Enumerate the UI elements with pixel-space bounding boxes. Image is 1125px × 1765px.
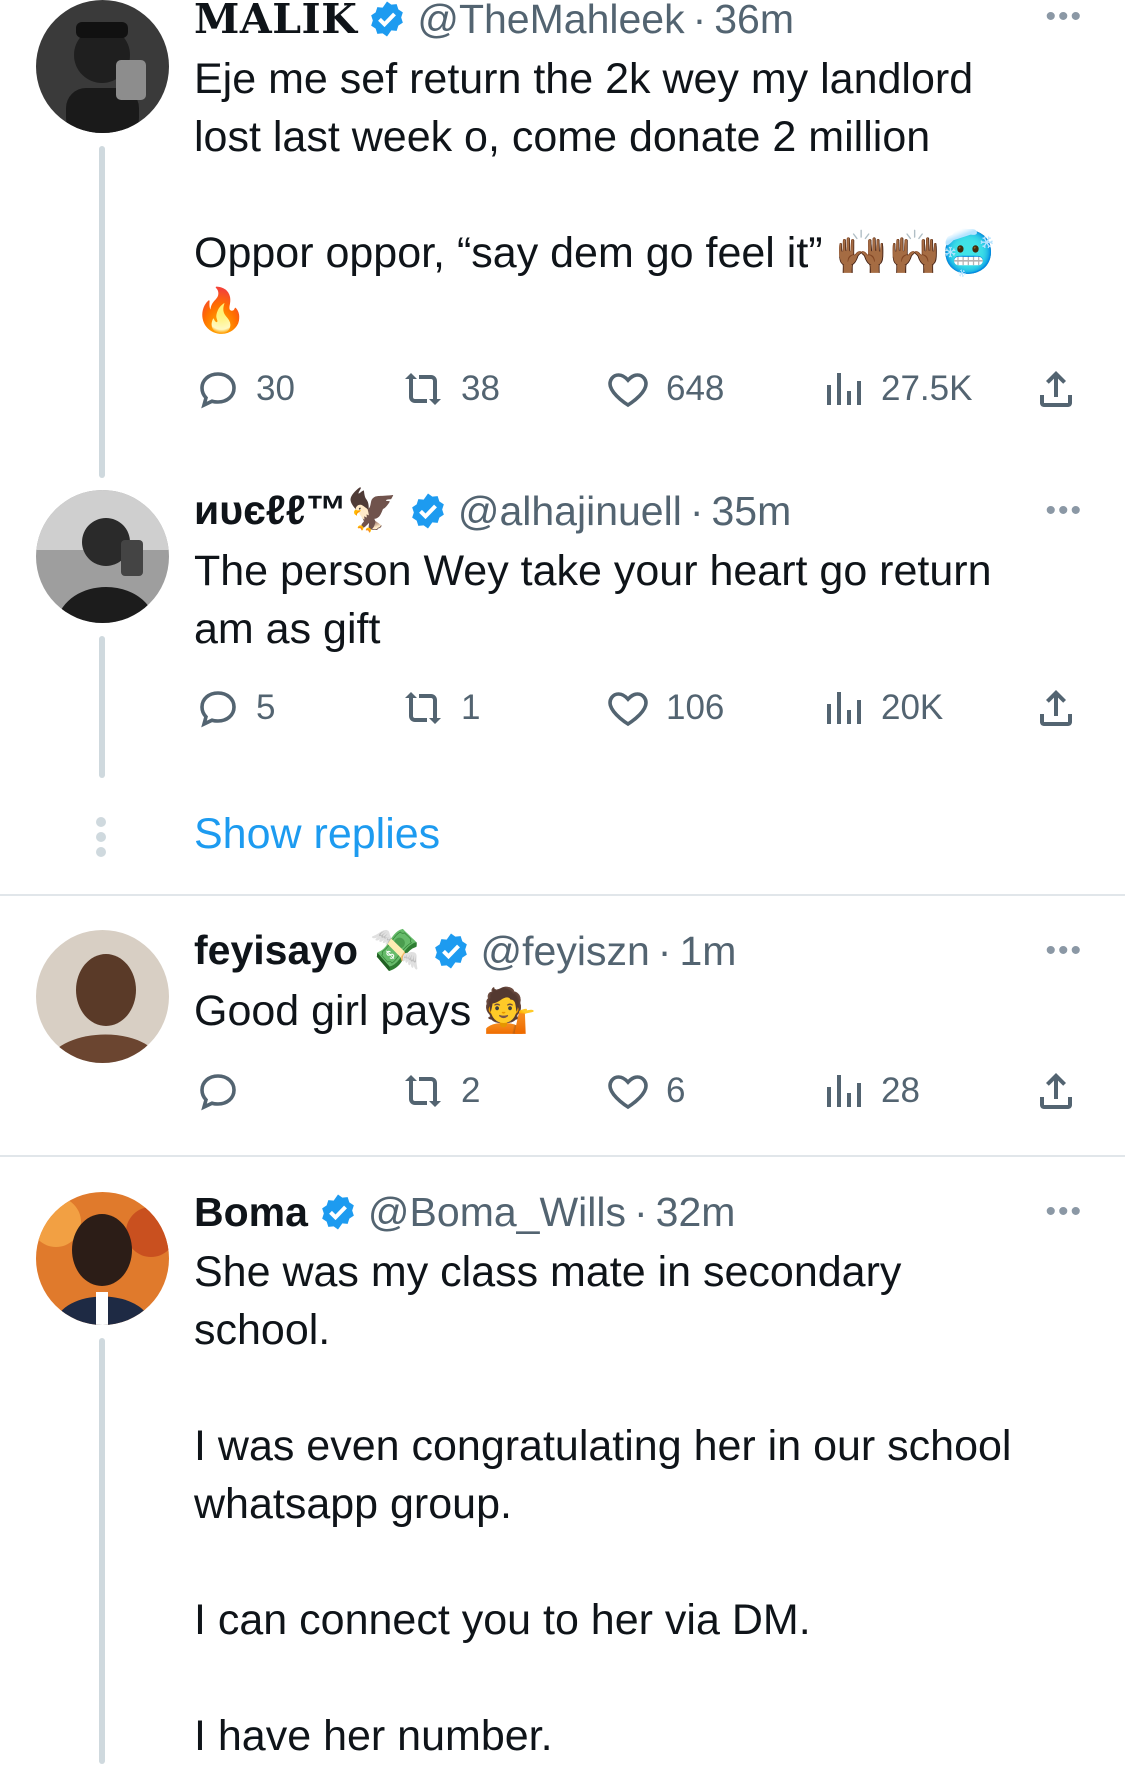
share-icon bbox=[1040, 690, 1072, 726]
reply-icon bbox=[200, 372, 236, 409]
avatar[interactable] bbox=[36, 0, 169, 133]
more-options-icon[interactable]: ••• bbox=[1045, 934, 1083, 968]
timestamp[interactable]: 1m bbox=[679, 928, 736, 975]
reply-icon bbox=[200, 1074, 236, 1111]
handle[interactable]: @alhajinuell bbox=[458, 488, 682, 535]
share-button[interactable] bbox=[1032, 365, 1080, 413]
avatar[interactable] bbox=[36, 490, 169, 623]
action-bar: 2 6 28 bbox=[194, 1066, 1086, 1116]
views-button[interactable]: 27.5K bbox=[819, 365, 972, 413]
tweet-header: MALIK @TheMahleek · 36m bbox=[194, 0, 1085, 44]
reply-button[interactable]: 30 bbox=[194, 365, 295, 413]
reply-count: 30 bbox=[256, 369, 295, 408]
timestamp[interactable]: 36m bbox=[714, 0, 794, 43]
handle[interactable]: @feyiszn bbox=[481, 928, 650, 975]
retweet-icon bbox=[405, 1075, 441, 1107]
views-button[interactable]: 28 bbox=[819, 1067, 920, 1115]
tweet-header: Boma @Boma_Wills · 32m bbox=[194, 1187, 1085, 1237]
retweet-button[interactable]: 1 bbox=[399, 684, 480, 732]
reply-icon bbox=[200, 691, 236, 728]
verified-badge-icon bbox=[371, 1, 404, 37]
tweet-header: иυєℓℓ™🦅 @alhajinuell · 35m bbox=[194, 486, 1085, 536]
retweet-button[interactable]: 2 bbox=[399, 1067, 480, 1115]
heart-icon bbox=[608, 1075, 648, 1110]
retweet-button[interactable]: 38 bbox=[399, 365, 500, 413]
verified-badge-icon bbox=[322, 1194, 354, 1230]
heart-icon bbox=[608, 692, 648, 727]
timestamp[interactable]: 35m bbox=[711, 488, 791, 535]
views-chart-icon bbox=[827, 373, 861, 405]
share-button[interactable] bbox=[1032, 684, 1080, 732]
retweet-icon bbox=[405, 373, 441, 405]
thread-line bbox=[99, 146, 105, 478]
avatar[interactable] bbox=[36, 1192, 169, 1325]
more-options-icon[interactable]: ••• bbox=[1045, 0, 1083, 34]
heart-icon bbox=[608, 373, 648, 408]
retweet-icon bbox=[405, 692, 441, 724]
tweet-text: Eje me sef return the 2k wey my landlord… bbox=[194, 55, 996, 335]
tweet-header: feyisayo 💸 @feyiszn · 1m bbox=[194, 926, 1085, 976]
timestamp[interactable]: 32m bbox=[656, 1189, 736, 1236]
like-button[interactable]: 106 bbox=[604, 684, 724, 732]
display-name[interactable]: Boma bbox=[194, 1189, 308, 1236]
retweet-count: 1 bbox=[461, 688, 481, 727]
like-count: 106 bbox=[666, 688, 725, 727]
reply-count: 5 bbox=[256, 688, 276, 727]
tweet-text: Good girl pays 💁 bbox=[194, 987, 537, 1035]
like-button[interactable]: 648 bbox=[604, 365, 724, 413]
share-button[interactable] bbox=[1032, 1067, 1080, 1115]
separator: · bbox=[689, 487, 704, 534]
action-bar: 30 38 648 27.5K bbox=[194, 364, 1086, 414]
views-chart-icon bbox=[827, 692, 861, 724]
more-options-icon[interactable]: ••• bbox=[1045, 494, 1083, 528]
reply-button[interactable] bbox=[194, 1067, 256, 1115]
handle[interactable]: @Boma_Wills bbox=[368, 1189, 626, 1236]
divider bbox=[0, 894, 1125, 896]
views-button[interactable]: 20K bbox=[819, 684, 943, 732]
separator: · bbox=[633, 1188, 648, 1235]
share-icon bbox=[1040, 1073, 1072, 1109]
action-bar: 5 1 106 20K bbox=[194, 683, 1086, 733]
like-count: 648 bbox=[666, 369, 725, 408]
like-button[interactable]: 6 bbox=[604, 1067, 685, 1115]
retweet-count: 38 bbox=[461, 369, 500, 408]
verified-badge-icon bbox=[434, 933, 467, 969]
view-count: 28 bbox=[881, 1071, 920, 1110]
thread-line bbox=[99, 636, 105, 778]
thread-dots bbox=[96, 812, 106, 862]
separator: · bbox=[657, 927, 672, 974]
tweet-text: The person Wey take your heart go return… bbox=[194, 547, 992, 653]
tweet-text: She was my class mate in secondary schoo… bbox=[194, 1248, 1012, 1760]
view-count: 27.5K bbox=[881, 369, 973, 408]
views-chart-icon bbox=[827, 1075, 861, 1107]
separator: · bbox=[692, 0, 707, 42]
reply-button[interactable]: 5 bbox=[194, 684, 275, 732]
show-replies-link[interactable]: Show replies bbox=[194, 810, 440, 859]
share-icon bbox=[1040, 371, 1072, 407]
display-name[interactable]: feyisayo 💸 bbox=[194, 927, 421, 975]
more-options-icon[interactable]: ••• bbox=[1045, 1195, 1083, 1229]
retweet-count: 2 bbox=[461, 1071, 481, 1110]
avatar[interactable] bbox=[36, 930, 169, 1063]
display-name[interactable]: иυєℓℓ™🦅 bbox=[194, 487, 398, 535]
divider bbox=[0, 1155, 1125, 1157]
display-name[interactable]: MALIK bbox=[194, 0, 357, 43]
verified-badge-icon bbox=[412, 493, 444, 529]
handle[interactable]: @TheMahleek bbox=[417, 0, 684, 43]
thread-line bbox=[99, 1338, 105, 1764]
view-count: 20K bbox=[881, 688, 944, 727]
like-count: 6 bbox=[666, 1071, 686, 1110]
